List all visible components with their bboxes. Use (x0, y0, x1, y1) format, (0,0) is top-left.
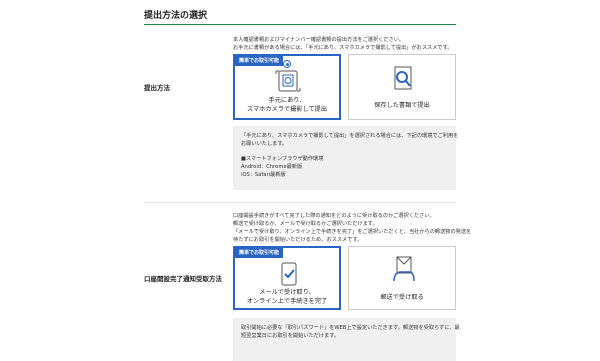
document-search-icon (394, 66, 412, 90)
option-camera-submit[interactable]: 簡単でお取引可能 手元にあり、 スマホカメラで撮影して提出 (233, 54, 341, 120)
section-divider (144, 202, 456, 203)
notification-desc-line: 「メールで受け取り、オンライン上で手続きを完了」をご選択いただくと、当社からの郵… (233, 229, 472, 235)
title-divider (144, 24, 456, 25)
option-label: 手元にあり、 スマホカメラで撮影して提出 (246, 97, 328, 113)
easy-trade-badge: 簡単でお取引可能 (235, 248, 284, 258)
smartphone-check-icon (281, 262, 297, 286)
option-saved-document[interactable]: 保存した書類で提出 (348, 54, 456, 120)
notification-desc-line: 口座開設手続きがすべて完了した際の通知をどのように受け取るのかご選択ください。 (233, 213, 435, 219)
notification-description: 口座開設手続きがすべて完了した際の通知をどのように受け取るのかご選択ください。 … (233, 212, 471, 244)
notification-password-note: 取引開始に必要な「取引パスワード」をWEB上で設定いただきます。郵送物を受取らず… (233, 318, 460, 361)
submission-method-label: 提出方法 (144, 84, 170, 92)
option-email-online[interactable]: 簡単でお取引可能 メールで受け取り、 オンライン上で手続きを完了 (233, 246, 341, 310)
easy-trade-badge: 簡単でお取引可能 (235, 56, 284, 66)
submission-environment-note: 「手元にあり、スマホカメラで撮影して提出」を選択される場合には、下記の環境でご利… (233, 126, 458, 190)
submission-description: 本人確認書類およびマイナンバー確認書類の提出方法をご選択ください。 お手元に書類… (233, 36, 452, 52)
option-label: 保存した書類で提出 (374, 102, 430, 109)
notification-desc-line: 待たずにお取引を開始いただけるため、おススメです。 (233, 237, 363, 243)
smartphone-camera-icon (275, 70, 301, 92)
option-label: メールで受け取り、 オンライン上で手続きを完了 (246, 289, 328, 305)
mail-hand-icon (393, 256, 415, 282)
option-postal-mail[interactable]: 郵送で受け取る (348, 246, 456, 310)
notification-desc-line: 郵送で受け取るか、メールで受け取るかご選択いただけます。 (233, 221, 378, 227)
radio-button[interactable] (283, 60, 291, 68)
submission-desc-line: お手元に書類がある場合には、「手元にあり、スマホカメラで撮影して提出」がおススメ… (233, 45, 453, 51)
submission-desc-line: 本人確認書類およびマイナンバー確認書類の提出方法をご選択ください。 (233, 37, 405, 43)
notification-method-label: 口座開設完了通知受取方法 (144, 275, 222, 283)
option-label: 郵送で受け取る (380, 294, 424, 301)
page-title: 提出方法の選択 (144, 11, 208, 21)
